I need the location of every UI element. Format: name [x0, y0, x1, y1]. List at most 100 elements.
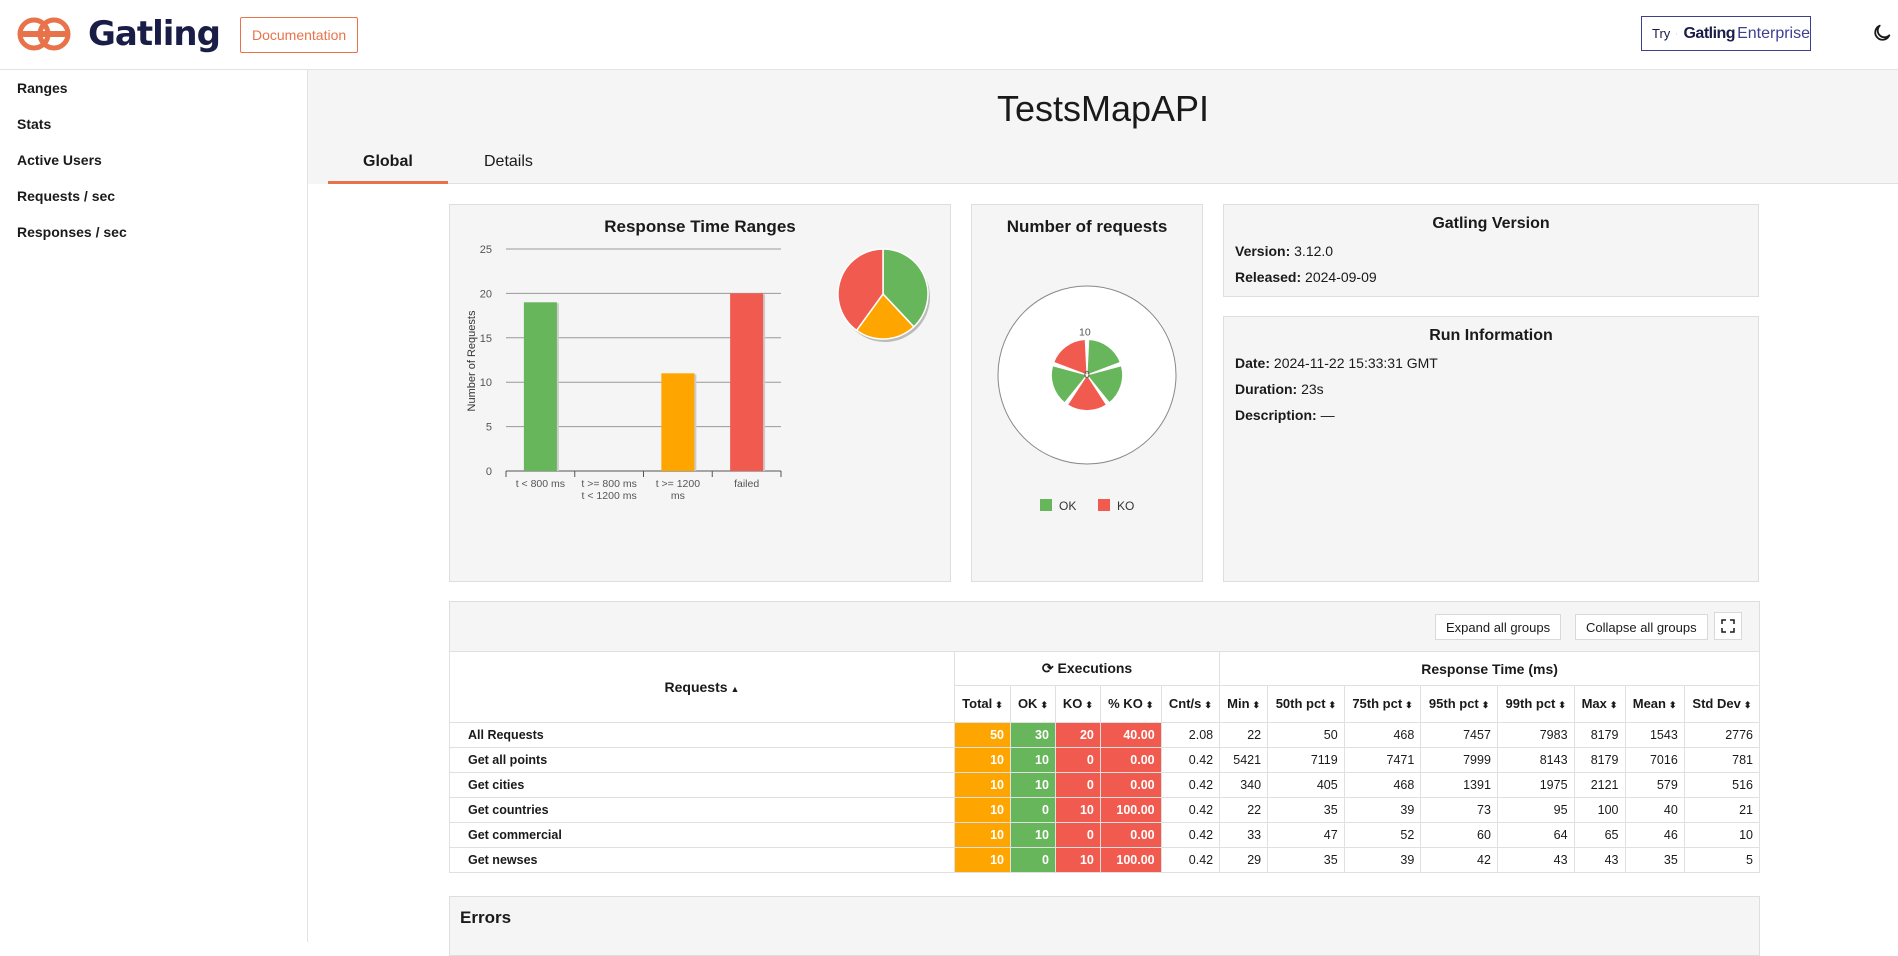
bar — [524, 302, 557, 471]
fullscreen-button[interactable] — [1714, 612, 1742, 640]
moon-icon[interactable] — [1871, 22, 1893, 44]
expand-all-groups-button[interactable]: Expand all groups — [1435, 614, 1561, 640]
collapse-all-groups-button[interactable]: Collapse all groups — [1575, 614, 1708, 640]
column-header-label: Std Dev — [1692, 696, 1740, 711]
cell-ko: 0 — [1055, 748, 1100, 773]
column-header-cnt-s[interactable]: Cnt/s⬍ — [1161, 686, 1220, 723]
tab-global[interactable]: Global — [363, 153, 413, 171]
sidebar-item-active-users[interactable]: Active Users — [17, 152, 102, 168]
cell-mean: 35 — [1625, 848, 1684, 873]
cell-mean: 579 — [1625, 773, 1684, 798]
cell-max: 43 — [1574, 848, 1625, 873]
cell-min: 22 — [1220, 723, 1268, 748]
cell-95th-pct: 7999 — [1421, 748, 1498, 773]
tab-details[interactable]: Details — [484, 153, 533, 171]
cell-std-dev: 516 — [1684, 773, 1759, 798]
released-row: Released: 2024-09-09 — [1235, 269, 1377, 285]
requests-column-header[interactable]: Requests▲ — [450, 652, 955, 723]
description-value: — — [1321, 407, 1335, 423]
cell-99th-pct: 7983 — [1497, 723, 1574, 748]
number-of-requests-title: Number of requests — [972, 217, 1202, 237]
x-tick-label: failed — [734, 478, 759, 490]
y-tick-label: 0 — [486, 466, 492, 478]
sidebar-item-requests-sec[interactable]: Requests / sec — [17, 188, 115, 204]
column-header-max[interactable]: Max⬍ — [1574, 686, 1625, 723]
stats-toolbar: Expand all groups Collapse all groups — [449, 601, 1760, 651]
cell-std-dev: 21 — [1684, 798, 1759, 823]
y-tick-label: 25 — [480, 244, 492, 256]
column-header-99th-pct[interactable]: 99th pct⬍ — [1497, 686, 1574, 723]
column-header-min[interactable]: Min⬍ — [1220, 686, 1268, 723]
documentation-button[interactable]: Documentation — [240, 17, 358, 53]
bar — [730, 293, 763, 471]
cell-50th-pct: 50 — [1268, 723, 1345, 748]
requests-header-label: Requests — [665, 679, 728, 695]
cell-max: 2121 — [1574, 773, 1625, 798]
column-header-50th-pct[interactable]: 50th pct⬍ — [1268, 686, 1345, 723]
column-header-75th-pct[interactable]: 75th pct⬍ — [1344, 686, 1421, 723]
table-row[interactable]: Get commercial101000.000.423347526064654… — [450, 823, 1760, 848]
cell-ok: 0 — [1011, 848, 1056, 873]
executions-header-label: Executions — [1058, 660, 1133, 676]
bar — [661, 373, 694, 471]
y-tick-label: 15 — [480, 333, 492, 345]
table-row[interactable]: Get cities101000.000.4234040546813911975… — [450, 773, 1760, 798]
column-header-ok[interactable]: OK⬍ — [1011, 686, 1056, 723]
executions-header: ⟳ Executions — [955, 652, 1220, 686]
request-name: All Requests — [450, 723, 955, 748]
run-information-panel: Run Information Date: 2024-11-22 15:33:3… — [1223, 316, 1759, 582]
cell-75th-pct: 52 — [1344, 823, 1421, 848]
column-header-total[interactable]: Total⬍ — [955, 686, 1011, 723]
column-header-95th-pct[interactable]: 95th pct⬍ — [1421, 686, 1498, 723]
date-value: 2024-11-22 15:33:31 GMT — [1274, 355, 1438, 371]
table-row[interactable]: Get all points101000.000.425421711974717… — [450, 748, 1760, 773]
table-row[interactable]: Get newses10010100.000.42293539424343355 — [450, 848, 1760, 873]
cell-ko: 0 — [1055, 773, 1100, 798]
column-header-std-dev[interactable]: Std Dev⬍ — [1684, 686, 1759, 723]
try-enterprise-button[interactable]: Try Gatling Enterprise — [1641, 16, 1811, 51]
cell-95th-pct: 7457 — [1421, 723, 1498, 748]
gatling-logo[interactable]: Gatling — [16, 14, 220, 54]
legend-label-ok: OK — [1059, 499, 1076, 513]
cell-total: 50 — [955, 723, 1011, 748]
column-header-ko[interactable]: KO⬍ — [1055, 686, 1100, 723]
legend-swatch-ko — [1098, 499, 1110, 511]
sidebar-item-stats[interactable]: Stats — [17, 116, 51, 132]
polar-axis-zero: 0 — [1084, 369, 1090, 381]
sidebar-item-ranges[interactable]: Ranges — [17, 80, 68, 96]
sort-icon: ⬍ — [1329, 700, 1337, 710]
cell-ko: 0 — [1055, 823, 1100, 848]
column-header-label: 95th pct — [1429, 696, 1479, 711]
duration-value: 23s — [1301, 381, 1324, 397]
cell-95th-pct: 1391 — [1421, 773, 1498, 798]
cell-min: 5421 — [1220, 748, 1268, 773]
cell-min: 29 — [1220, 848, 1268, 873]
stats-table: Requests▲ ⟳ Executions Response Time (ms… — [449, 651, 1760, 873]
legend-label-ko: KO — [1117, 499, 1134, 513]
table-row[interactable]: Get countries10010100.000.42223539739510… — [450, 798, 1760, 823]
date-row: Date: 2024-11-22 15:33:31 GMT — [1235, 355, 1438, 371]
column-header--ko[interactable]: % KO⬍ — [1100, 686, 1161, 723]
cell-mean: 40 — [1625, 798, 1684, 823]
gatling-version-panel: Gatling Version Version: 3.12.0 Released… — [1223, 204, 1759, 297]
polar-axis-label: 10 — [1079, 326, 1091, 338]
request-name: Get newses — [450, 848, 955, 873]
sort-icon: ⬍ — [1610, 700, 1618, 710]
cell-std-dev: 10 — [1684, 823, 1759, 848]
number-of-requests-panel: Number of requests 10 0 OK KO — [971, 204, 1203, 582]
cell-mean: 46 — [1625, 823, 1684, 848]
sidebar-item-responses-sec[interactable]: Responses / sec — [17, 224, 127, 240]
table-row[interactable]: All Requests50302040.002.082250468745779… — [450, 723, 1760, 748]
cell-50th-pct: 35 — [1268, 798, 1345, 823]
cell-75th-pct: 468 — [1344, 723, 1421, 748]
sort-icon: ⬍ — [1482, 700, 1490, 710]
brand-name: Gatling — [88, 14, 220, 54]
cell-ko: 20 — [1055, 723, 1100, 748]
cell-total: 10 — [955, 748, 1011, 773]
cell-min: 33 — [1220, 823, 1268, 848]
y-tick-label: 5 — [486, 422, 492, 434]
cell-ok: 10 — [1011, 773, 1056, 798]
sort-icon: ⬍ — [1405, 700, 1413, 710]
column-header-label: Cnt/s — [1169, 696, 1202, 711]
column-header-mean[interactable]: Mean⬍ — [1625, 686, 1684, 723]
